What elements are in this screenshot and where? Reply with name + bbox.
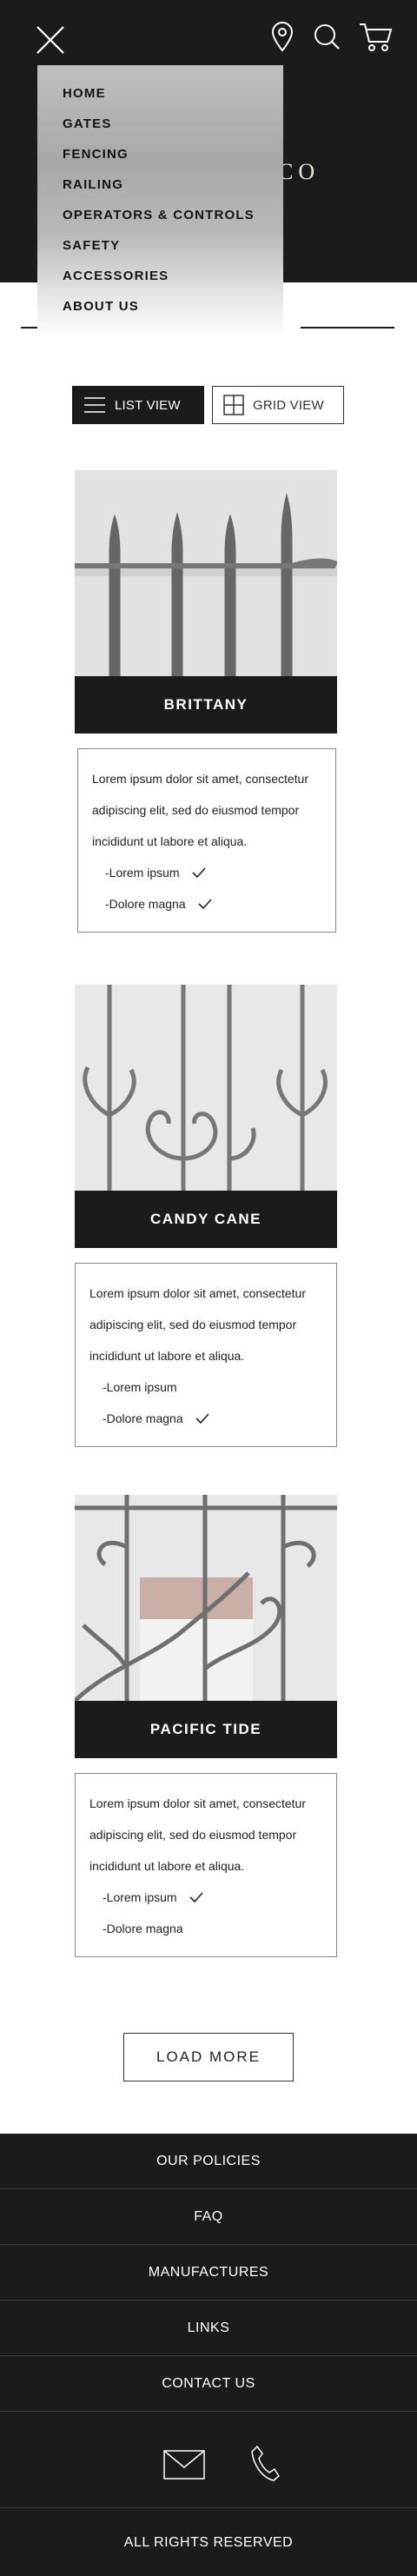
desc-line: adipiscing elit, sed do eiusmod tempor bbox=[89, 1318, 297, 1331]
product-title[interactable]: CANDY CANE bbox=[75, 1191, 337, 1248]
desc-line: Lorem ipsum dolor sit amet, consectetur bbox=[92, 772, 308, 786]
nav-item-operators-controls[interactable]: OPERATORS & CONTROLS bbox=[37, 200, 283, 230]
check-icon bbox=[192, 867, 206, 878]
product-image-brittany[interactable] bbox=[75, 470, 337, 676]
desc-line: incididunt ut labore et aliqua. bbox=[89, 1859, 245, 1873]
check-icon bbox=[195, 1413, 209, 1424]
footer-link-faq[interactable]: FAQ bbox=[0, 2189, 417, 2245]
feature-item: -Dolore magna bbox=[89, 1403, 324, 1434]
product-image-candy-cane[interactable] bbox=[75, 985, 337, 1191]
product-image-pacific-tide[interactable] bbox=[75, 1495, 337, 1701]
nav-item-accessories[interactable]: ACCESSORIES bbox=[37, 261, 283, 291]
product-description-box: Lorem ipsum dolor sit amet, consectetur … bbox=[75, 1773, 337, 1957]
grid-icon bbox=[223, 395, 244, 415]
nav-item-about-us[interactable]: ABOUT US bbox=[37, 291, 283, 322]
cart-icon[interactable] bbox=[358, 21, 393, 52]
nav-item-fencing[interactable]: FENCING bbox=[37, 139, 283, 169]
feature-item: -Lorem ipsum bbox=[92, 857, 323, 888]
feature-item: -Dolore magna bbox=[92, 888, 323, 920]
feature-label: -Lorem ipsum bbox=[105, 866, 180, 880]
product-card: PACIFIC TIDE Lorem ipsum dolor sit amet,… bbox=[75, 1495, 337, 1957]
nav-item-home[interactable]: HOME bbox=[37, 78, 283, 109]
grid-view-label: GRID VIEW bbox=[253, 397, 324, 413]
footer-contact-icons bbox=[0, 2429, 417, 2499]
product-card: BRITTANY Lorem ipsum dolor sit amet, con… bbox=[75, 470, 337, 933]
list-view-button[interactable]: LIST VIEW bbox=[72, 386, 204, 424]
feature-item: -Dolore magna bbox=[89, 1913, 324, 1944]
footer-link-links[interactable]: LINKS bbox=[0, 2300, 417, 2356]
feature-item: -Lorem ipsum bbox=[89, 1882, 324, 1913]
feature-item: -Lorem ipsum bbox=[89, 1371, 324, 1403]
check-icon bbox=[189, 1892, 203, 1902]
footer-link-contact[interactable]: CONTACT US bbox=[0, 2356, 417, 2412]
product-card: CANDY CANE Lorem ipsum dolor sit amet, c… bbox=[75, 985, 337, 1447]
mail-icon[interactable] bbox=[163, 2450, 205, 2480]
site-footer: OUR POLICIES FAQ MANUFACTURES LINKS CONT… bbox=[0, 2134, 417, 2576]
desc-line: adipiscing elit, sed do eiusmod tempor bbox=[89, 1828, 297, 1842]
nav-item-railing[interactable]: RAILING bbox=[37, 169, 283, 200]
desc-line: Lorem ipsum dolor sit amet, consectetur bbox=[89, 1286, 306, 1300]
load-more-button[interactable]: LOAD MORE bbox=[123, 2033, 294, 2081]
phone-icon[interactable] bbox=[250, 2445, 280, 2481]
search-icon[interactable] bbox=[313, 23, 341, 50]
product-title[interactable]: BRITTANY bbox=[75, 676, 337, 734]
location-pin-icon[interactable] bbox=[269, 21, 295, 52]
feature-label: -Dolore magna bbox=[103, 1922, 183, 1935]
close-icon[interactable] bbox=[33, 23, 68, 57]
nav-dropdown-menu: HOME GATES FENCING RAILING OPERATORS & C… bbox=[37, 65, 283, 338]
desc-line: adipiscing elit, sed do eiusmod tempor bbox=[92, 803, 300, 817]
desc-line: incididunt ut labore et aliqua. bbox=[89, 1349, 245, 1363]
product-description-box: Lorem ipsum dolor sit amet, consectetur … bbox=[77, 748, 336, 933]
desc-line: incididunt ut labore et aliqua. bbox=[92, 834, 248, 848]
copyright-text: ALL RIGHTS RESERVED bbox=[123, 2535, 294, 2550]
footer-link-policies[interactable]: OUR POLICIES bbox=[0, 2134, 417, 2189]
footer-link-manufactures[interactable]: MANUFACTURES bbox=[0, 2245, 417, 2300]
check-icon bbox=[198, 899, 212, 909]
list-icon bbox=[84, 397, 105, 413]
brand-logo-partial: CO bbox=[278, 159, 321, 184]
desc-line: Lorem ipsum dolor sit amet, consectetur bbox=[89, 1796, 306, 1810]
product-title[interactable]: PACIFIC TIDE bbox=[75, 1701, 337, 1758]
feature-label: -Dolore magna bbox=[105, 897, 186, 911]
feature-label: -Dolore magna bbox=[103, 1411, 183, 1425]
list-view-label: LIST VIEW bbox=[115, 397, 181, 413]
title-divider-right bbox=[301, 327, 394, 329]
product-description-box: Lorem ipsum dolor sit amet, consectetur … bbox=[75, 1263, 337, 1447]
grid-view-button[interactable]: GRID VIEW bbox=[212, 386, 344, 424]
feature-label: -Lorem ipsum bbox=[103, 1380, 177, 1394]
feature-label: -Lorem ipsum bbox=[103, 1890, 177, 1904]
nav-item-safety[interactable]: SAFETY bbox=[37, 230, 283, 261]
nav-item-gates[interactable]: GATES bbox=[37, 109, 283, 139]
